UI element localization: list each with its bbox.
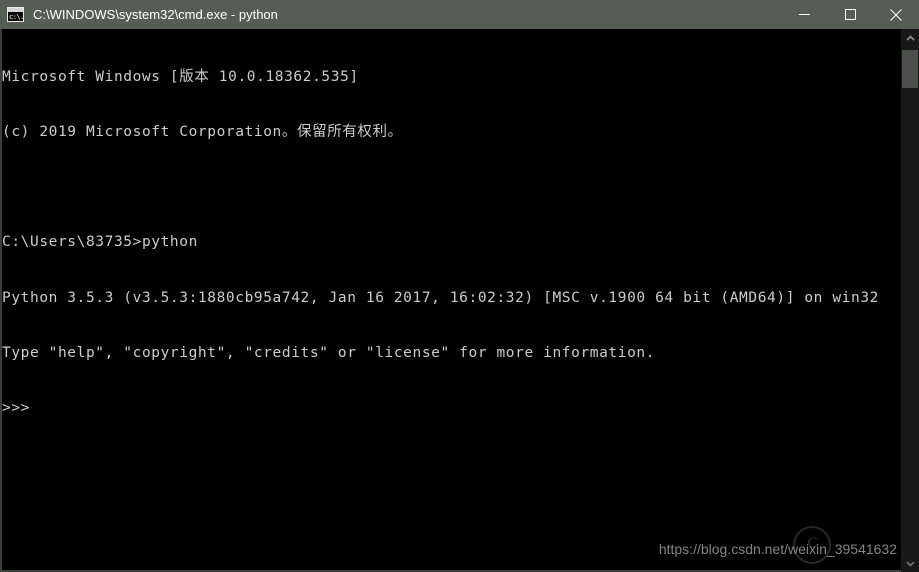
title-bar-left: c:\. C:\WINDOWS\system32\cmd.exe - pytho…	[0, 0, 781, 29]
window-controls	[781, 0, 919, 29]
vertical-scrollbar[interactable]	[901, 29, 919, 572]
terminal-line: Microsoft Windows [版本 10.0.18362.535]	[2, 68, 359, 85]
terminal-line: (c) 2019 Microsoft Corporation。保留所有权利。	[2, 124, 403, 141]
close-icon	[890, 8, 902, 21]
terminal-text: Microsoft Windows [版本 10.0.18362.535] (c…	[2, 31, 882, 454]
maximize-icon	[844, 9, 856, 20]
terminal-line: Type "help", "copyright", "credits" or "…	[2, 344, 656, 361]
maximize-button[interactable]	[827, 0, 873, 29]
minimize-button[interactable]	[781, 0, 827, 29]
chevron-up-icon	[905, 34, 915, 41]
title-bar[interactable]: c:\. C:\WINDOWS\system32\cmd.exe - pytho…	[0, 0, 919, 29]
terminal-output-area[interactable]: Microsoft Windows [版本 10.0.18362.535] (c…	[0, 29, 919, 572]
cmd-icon-prompt-glyph: c:\.	[9, 13, 24, 21]
python-prompt: >>>	[2, 400, 30, 417]
cmd-exe-icon: c:\.	[7, 7, 24, 22]
url-watermark: https://blog.csdn.net/weixin_39541632	[658, 541, 897, 557]
cmd-window: c:\. C:\WINDOWS\system32\cmd.exe - pytho…	[0, 0, 919, 572]
close-button[interactable]	[873, 0, 919, 29]
terminal-line: C:\Users\83735>python	[2, 234, 198, 251]
chevron-down-icon	[905, 560, 915, 567]
minimize-icon	[798, 14, 810, 15]
scrollbar-thumb[interactable]	[902, 50, 918, 88]
scroll-down-button[interactable]	[901, 554, 919, 572]
scroll-up-button[interactable]	[901, 29, 919, 47]
window-title: C:\WINDOWS\system32\cmd.exe - python	[33, 7, 278, 22]
terminal-line: Python 3.5.3 (v3.5.3:1880cb95a742, Jan 1…	[2, 289, 879, 306]
